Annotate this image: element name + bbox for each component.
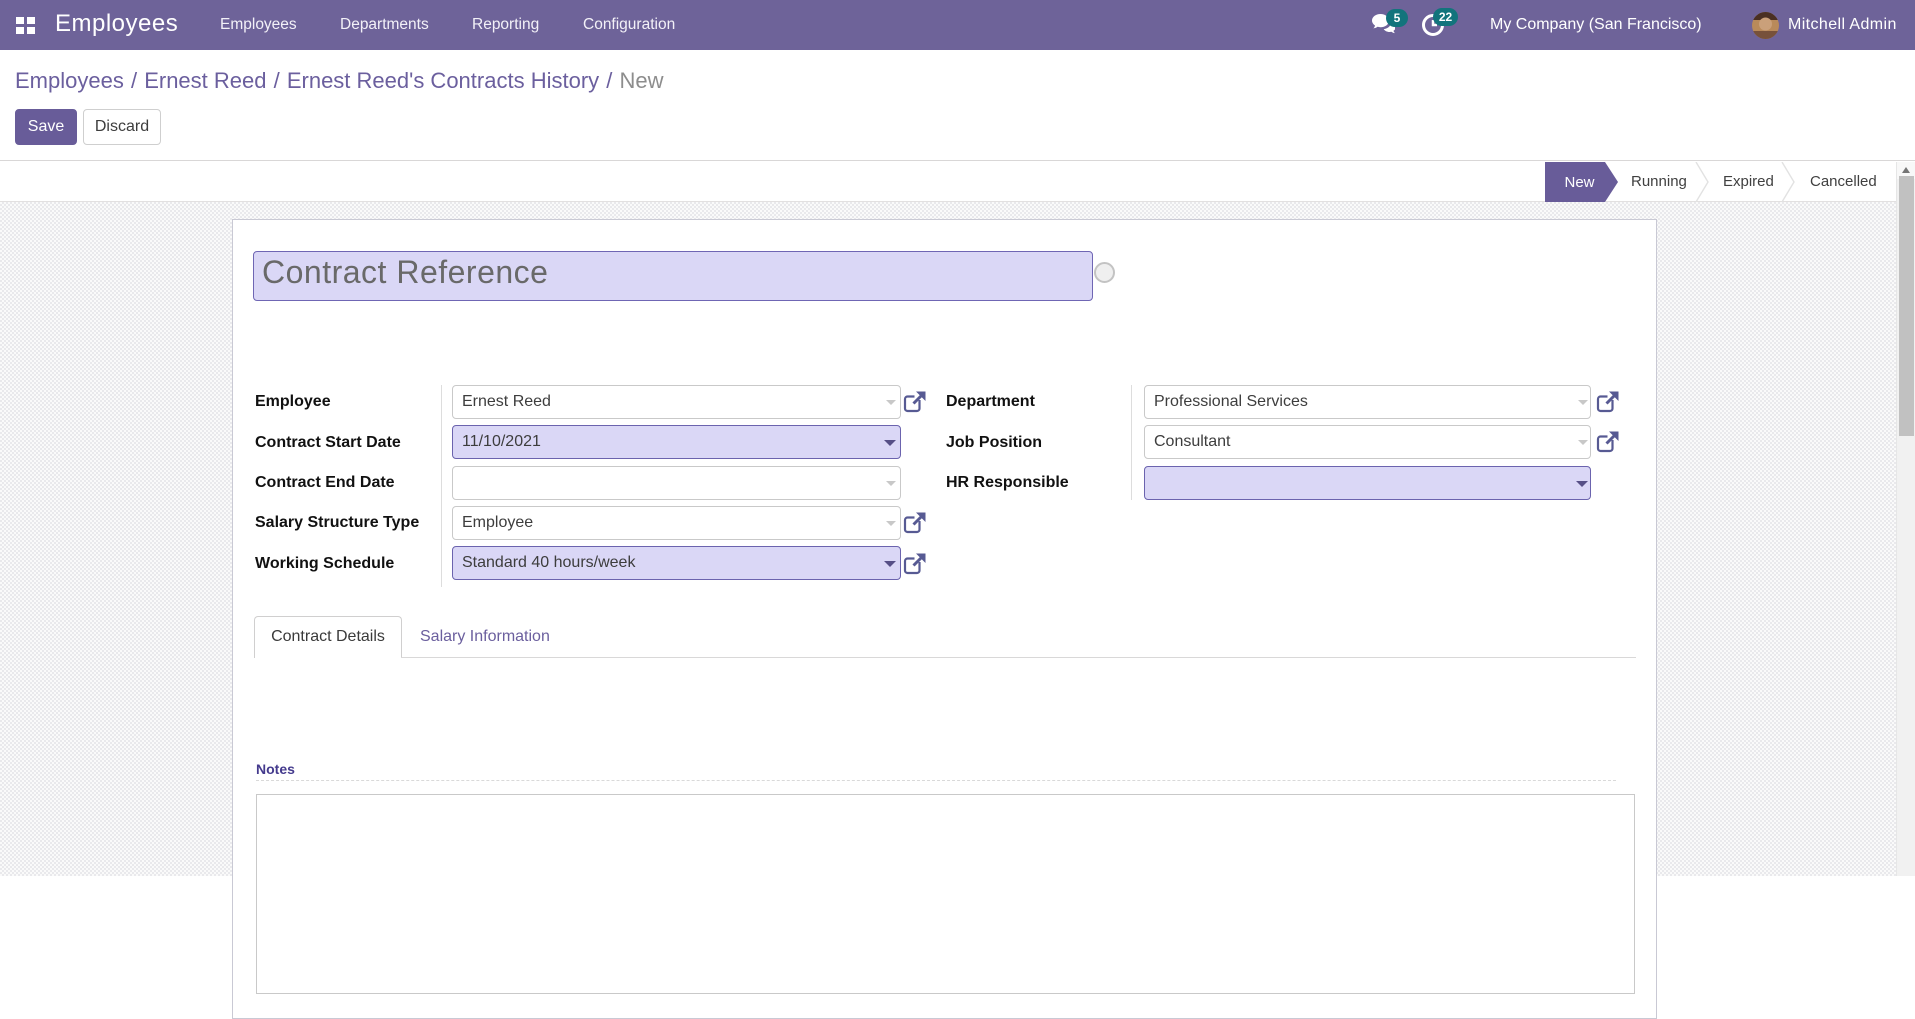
svg-text:New: New <box>1565 174 1595 191</box>
